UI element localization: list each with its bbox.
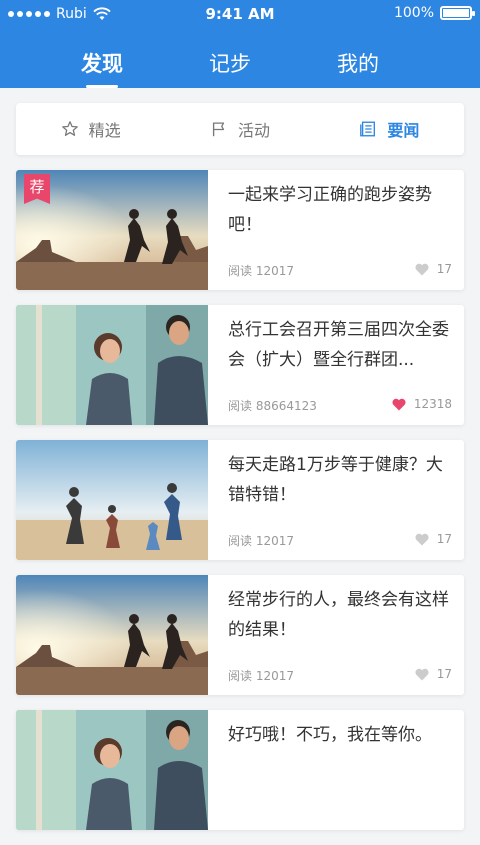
article-thumbnail [16, 440, 208, 560]
flag-icon [212, 122, 225, 137]
battery-percent: 100% [393, 5, 434, 21]
article-card[interactable]: 经常步行的人，最终会有这样的结果！ 阅读 12017 17 [16, 575, 464, 695]
heart-icon [415, 263, 429, 275]
article-card[interactable]: 总行工会召开第三届四次全委会（扩大）暨全行群团... 阅读 88664123 1… [16, 305, 464, 425]
star-icon [61, 121, 78, 136]
segment-news[interactable]: 要闻 [315, 103, 464, 155]
article-title: 一起来学习正确的跑步姿势吧！ [228, 185, 432, 235]
tab-mine[interactable]: 我的 [294, 44, 422, 88]
read-count: 阅读 12017 [228, 264, 295, 278]
segment-label: 精选 [88, 121, 121, 140]
article-meta: 阅读 12017 17 [228, 532, 452, 548]
article-meta: 阅读 88664123 12318 [228, 397, 452, 413]
read-count: 阅读 12017 [228, 534, 295, 548]
segment-featured[interactable]: 精选 [16, 103, 165, 155]
article-thumbnail: 荐 [16, 170, 208, 290]
article-card[interactable]: 每天走路1万步等于健康？大错特错！ 阅读 12017 17 [16, 440, 464, 560]
like-button[interactable]: 12318 [392, 397, 452, 411]
article-thumbnail [16, 710, 208, 830]
news-icon [360, 121, 376, 137]
segment-label: 活动 [237, 121, 270, 140]
article-card[interactable]: 好巧哦！不巧，我在等你。 [16, 710, 464, 830]
tab-discover[interactable]: 发现 [38, 44, 166, 88]
article-card[interactable]: 荐 一起来学习正确的跑步姿势吧！ 阅读 12017 17 [16, 170, 464, 290]
like-count: 12318 [413, 397, 452, 411]
like-button[interactable]: 17 [415, 532, 452, 546]
read-count: 阅读 88664123 [228, 399, 317, 413]
category-segment: 精选 活动 要闻 [16, 103, 464, 155]
segment-label: 要闻 [387, 121, 420, 140]
like-count: 17 [436, 532, 452, 546]
article-meta: 阅读 12017 17 [228, 262, 452, 278]
battery-icon [440, 6, 475, 20]
like-button[interactable]: 17 [415, 667, 452, 681]
like-count: 17 [436, 667, 452, 681]
tab-steps[interactable]: 记步 [166, 44, 294, 88]
article-meta: 阅读 12017 17 [228, 667, 452, 683]
article-title: 总行工会召开第三届四次全委会（扩大）暨全行群团... [228, 320, 449, 370]
top-tab-bar: 发现 记步 我的 [0, 44, 480, 88]
read-count: 阅读 12017 [228, 669, 295, 683]
article-list: 荐 一起来学习正确的跑步姿势吧！ 阅读 12017 17 总行工会召开第三届四次… [16, 170, 464, 845]
article-thumbnail [16, 575, 208, 695]
segment-events[interactable]: 活动 [165, 103, 314, 155]
article-title: 每天走路1万步等于健康？大错特错！ [228, 455, 443, 505]
like-button[interactable]: 17 [415, 262, 452, 276]
article-title: 经常步行的人，最终会有这样的结果！ [228, 590, 449, 640]
like-count: 17 [436, 262, 452, 276]
heart-icon [415, 668, 429, 680]
article-title: 好巧哦！不巧，我在等你。 [228, 725, 432, 745]
article-thumbnail [16, 305, 208, 425]
status-bar: Rubi 9:41 AM 100% [0, 0, 480, 28]
app-header: Rubi 9:41 AM 100% 发现 记步 我的 [0, 0, 480, 88]
heart-icon [392, 398, 406, 410]
heart-icon [415, 533, 429, 545]
